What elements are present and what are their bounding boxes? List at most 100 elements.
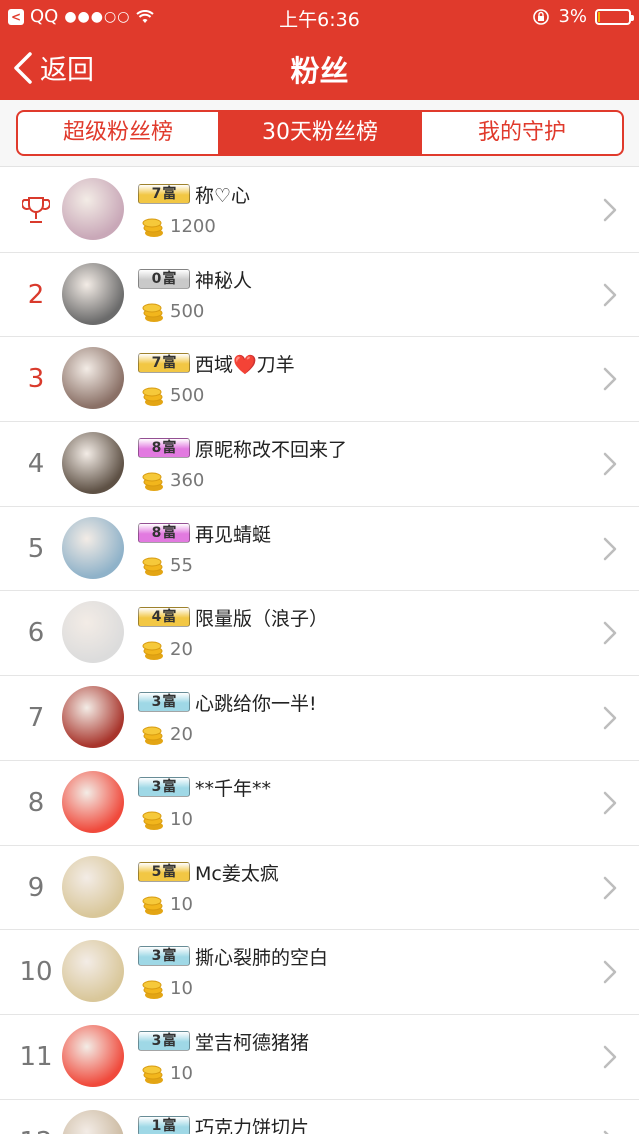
back-button[interactable]: 返回 [12, 48, 94, 87]
fan-name: 巧克力饼切片 [195, 1116, 310, 1134]
coin-amount: 1200 [170, 216, 216, 237]
wealth-level-badge: 4富 [138, 607, 190, 628]
chevron-left-icon [14, 51, 32, 84]
wealth-level-badge: 7富 [138, 184, 190, 204]
tab-30-day-fans[interactable]: 30天粉丝榜 [218, 112, 420, 154]
wealth-level-badge: 5富 [138, 861, 190, 882]
rank-number: 12 [0, 1100, 72, 1134]
fan-row[interactable]: 4 8富 原昵称改不回来了 360 [0, 422, 639, 507]
rotation-lock-icon [533, 8, 550, 25]
level-number: 8 [151, 440, 162, 457]
coin-amount: 10 [170, 893, 193, 915]
avatar[interactable] [62, 686, 124, 749]
wealth-level-badge: 3富 [138, 946, 190, 967]
wealth-level-badge: 3富 [138, 776, 190, 797]
wealth-char: 富 [162, 186, 177, 202]
fan-row[interactable]: 11 3富 堂吉柯德猪猪 10 [0, 1014, 639, 1100]
chevron-right-icon [603, 1045, 617, 1069]
fan-name: 再见蜻蜓 [195, 523, 272, 546]
fan-name: 限量版（浪子） [195, 608, 329, 631]
avatar[interactable] [62, 940, 124, 1003]
wealth-level-badge: 8富 [138, 522, 190, 543]
chevron-right-icon [603, 198, 617, 222]
fan-row[interactable]: 2 0富 神秘人 500 [0, 252, 639, 338]
avatar[interactable] [62, 178, 124, 240]
avatar[interactable] [62, 855, 124, 918]
coin-icon [142, 303, 163, 322]
chevron-right-icon [603, 452, 617, 476]
battery-icon [595, 8, 634, 25]
chevron-right-icon [603, 1130, 610, 1134]
coin-amount: 10 [170, 808, 193, 830]
page-title: 粉丝 [290, 54, 349, 88]
level-number: 7 [151, 186, 162, 202]
status-bar: < QQ ●●●○○ 上午6:36 3% [0, 0, 639, 32]
wealth-char: 富 [162, 270, 177, 287]
fan-name: 称♡心 [195, 185, 251, 207]
tab-my-guardians[interactable]: 我的守护 [420, 112, 622, 154]
coin-amount: 10 [170, 1062, 193, 1084]
avatar[interactable] [62, 262, 124, 325]
coin-icon [142, 726, 163, 746]
chevron-right-icon [603, 622, 617, 645]
fan-name: 心跳给你一半! [195, 693, 317, 716]
fan-row[interactable]: 8 3富 **千年** 10 [0, 760, 639, 846]
level-number: 1 [151, 1117, 162, 1134]
tab-super-fans[interactable]: 超级粉丝榜 [18, 112, 218, 154]
avatar[interactable] [62, 432, 124, 495]
wealth-char: 富 [162, 863, 177, 880]
fan-row[interactable]: 6 4富 限量版（浪子） 20 [0, 591, 639, 677]
fan-row[interactable]: 121富巧克力饼切片 [0, 1099, 639, 1134]
fan-name: Mc姜太疯 [195, 862, 279, 885]
coin-icon [142, 1065, 163, 1084]
coin-icon [142, 387, 163, 407]
coin-icon [142, 218, 163, 237]
fan-ranking-list: 7富 称♡心 1200 2 0富 神秘人 500 3 7富 西域❤️刀羊 500 4 8富 原昵称改不回来… [0, 168, 639, 1134]
coin-amount: 10 [170, 978, 193, 1000]
fan-name: 撕心裂肺的空白 [195, 947, 329, 970]
coin-icon [142, 557, 163, 576]
wealth-level-badge: 8富 [138, 438, 190, 459]
battery-percent: 3% [558, 6, 587, 27]
level-number: 5 [151, 863, 162, 880]
header-bar: < QQ ●●●○○ 上午6:36 3% 返回 粉丝 [0, 0, 639, 100]
chevron-right-icon [603, 368, 617, 391]
segmented-tabs: 超级粉丝榜 30天粉丝榜 我的守护 [16, 110, 624, 156]
fan-name: 堂吉柯德猪猪 [195, 1031, 310, 1054]
wealth-char: 富 [162, 1032, 177, 1049]
avatar[interactable] [62, 1024, 124, 1087]
wealth-char: 富 [162, 524, 177, 541]
avatar[interactable] [62, 347, 124, 410]
coin-amount: 20 [170, 724, 193, 746]
wealth-char: 富 [162, 778, 177, 795]
coin-icon [142, 811, 163, 830]
level-number: 4 [151, 609, 162, 626]
fan-row[interactable]: 7富 称♡心 1200 [0, 168, 639, 253]
wealth-char: 富 [162, 440, 177, 457]
coin-amount: 500 [170, 300, 205, 322]
back-label: 返回 [40, 55, 94, 86]
wealth-level-badge: 0富 [138, 268, 190, 289]
chevron-right-icon [603, 283, 617, 306]
fan-row[interactable]: 9 5富 Mc姜太疯 10 [0, 845, 639, 931]
fan-row[interactable]: 7 3富 心跳给你一半! 20 [0, 676, 639, 761]
trophy-icon [22, 197, 50, 223]
avatar[interactable] [62, 516, 124, 579]
fan-row[interactable]: 5 8富 再见蜻蜓 55 [0, 506, 639, 592]
avatar[interactable] [62, 770, 124, 833]
wealth-level-badge: 7富 [138, 353, 190, 374]
avatar[interactable] [62, 601, 124, 664]
level-number: 3 [151, 948, 162, 965]
fan-name: 神秘人 [195, 269, 253, 292]
wealth-level-badge: 3富 [138, 1030, 190, 1051]
chevron-right-icon [603, 960, 617, 984]
chevron-right-icon [603, 706, 617, 730]
wealth-level-badge: 3富 [138, 692, 190, 713]
coin-icon [142, 980, 163, 1000]
fan-row[interactable]: 3 7富 西域❤️刀羊 500 [0, 337, 639, 423]
level-number: 7 [151, 355, 162, 372]
navigation-bar: 返回 粉丝 [0, 36, 639, 96]
coin-amount: 360 [170, 470, 205, 492]
coin-amount: 55 [170, 554, 193, 576]
fan-row[interactable]: 10 3富 撕心裂肺的空白 10 [0, 930, 639, 1015]
